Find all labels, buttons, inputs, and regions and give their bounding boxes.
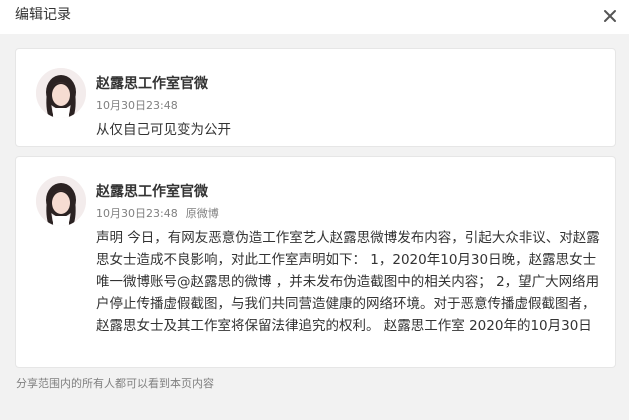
username[interactable]: 赵露思工作室官微	[96, 75, 208, 93]
record-meta: 10月30日23:48	[96, 99, 178, 113]
dialog-header: 编辑记录	[0, 0, 629, 34]
timestamp: 10月30日23:48	[96, 99, 178, 112]
username[interactable]: 赵露思工作室官微	[96, 183, 208, 201]
timestamp: 10月30日23:48	[96, 207, 178, 220]
source-label: 原微博	[185, 207, 219, 220]
edit-record-card: 赵露思工作室官微 10月30日23:48 从仅自己可见变为公开	[15, 48, 616, 147]
avatar[interactable]	[36, 176, 86, 226]
close-icon	[604, 10, 616, 22]
record-text: 从仅自己可见变为公开	[96, 122, 231, 138]
avatar[interactable]	[36, 68, 86, 118]
dialog-title: 编辑记录	[15, 7, 71, 23]
edit-record-card: 赵露思工作室官微 10月30日23:48 原微博 声明 今日，有网友恶意伪造工作室…	[15, 156, 616, 368]
record-text: 声明 今日，有网友恶意伪造工作室艺人赵露思微博发布内容，引起大众非议、对赵露思女…	[96, 230, 600, 334]
record-meta: 10月30日23:48 原微博	[96, 207, 219, 221]
close-button[interactable]	[599, 5, 621, 27]
share-scope-note: 分享范围内的所有人都可以看到本页内容	[16, 377, 214, 390]
